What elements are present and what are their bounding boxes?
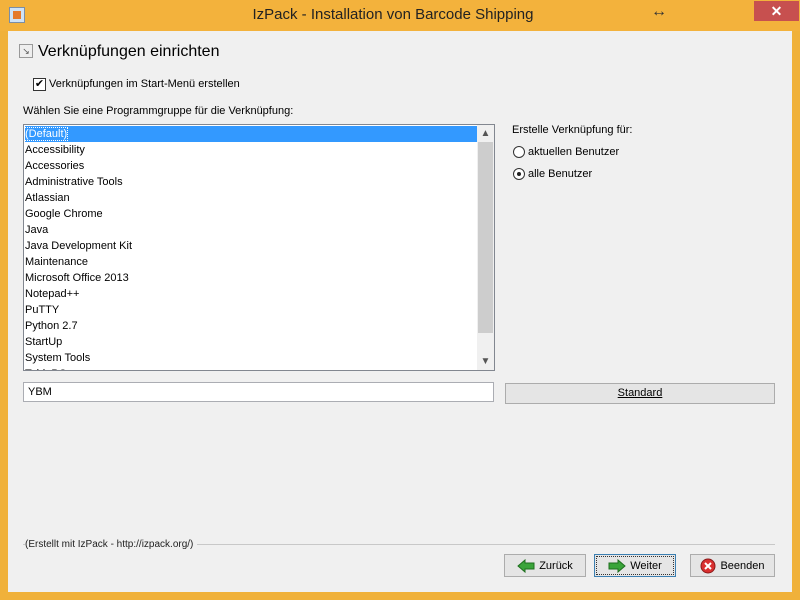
list-item-label: TablePC <box>25 368 67 370</box>
close-button[interactable]: ✕ <box>754 1 799 21</box>
list-item[interactable]: (Default) <box>24 126 478 142</box>
list-item-label: (Default) <box>24 127 69 141</box>
radio-all-users-label: alle Benutzer <box>528 168 593 180</box>
program-group-list[interactable]: TablePC System Tools StartUp Python 2.7 PuTT… <box>23 124 495 371</box>
list-item-label: Google Chrome <box>25 208 103 220</box>
resize-cursor-icon: ↔ <box>651 3 667 20</box>
shortcut-panel-icon: ↘ <box>19 44 33 58</box>
panel-title: Verknüpfungen einrichten <box>38 43 220 60</box>
start-menu-checkbox[interactable]: ✔ <box>33 77 46 91</box>
list-item[interactable]: Notepad++ <box>25 286 478 302</box>
radio-all-users-row[interactable]: alle Benutzer <box>513 166 592 182</box>
list-item-label: Microsoft Office 2013 <box>25 272 129 284</box>
back-button[interactable]: Zurück <box>504 554 586 577</box>
list-item-label: Java Development Kit <box>25 240 132 252</box>
list-item[interactable]: Accessibility <box>25 142 478 158</box>
installer-window: IzPack - Installation von Barcode Shippi… <box>0 0 800 600</box>
list-item[interactable]: Maintenance <box>25 254 478 270</box>
start-menu-checkbox-row[interactable]: ✔ Verknüpfungen im Start-Menü erstellen <box>33 76 240 92</box>
list-item-label: Python 2.7 <box>25 320 78 332</box>
list-scrollbar[interactable]: ▲ ▼ <box>477 125 494 370</box>
list-item-label: Administrative Tools <box>25 176 123 188</box>
next-arrow-icon <box>608 558 626 573</box>
list-item-label: Maintenance <box>25 256 88 268</box>
list-item-label: Atlassian <box>25 192 70 204</box>
program-group-name-input[interactable] <box>23 382 494 402</box>
list-item[interactable]: Java <box>25 222 478 238</box>
radio-current-user-label: aktuellen Benutzer <box>528 146 620 158</box>
scroll-down-icon[interactable]: ▼ <box>477 353 494 370</box>
list-item-label: StartUp <box>25 336 63 348</box>
list-item[interactable]: PuTTY <box>25 302 478 318</box>
radio-current-user[interactable] <box>513 146 525 158</box>
next-button[interactable]: Weiter <box>594 554 676 577</box>
window-title: IzPack - Installation von Barcode Shippi… <box>252 6 534 23</box>
list-item-label: PuTTY <box>25 304 60 316</box>
list-item-label: Accessories <box>25 160 85 172</box>
start-menu-checkbox-label: Verknüpfungen im Start-Menü erstellen <box>49 78 240 90</box>
list-item[interactable]: Google Chrome <box>25 206 478 222</box>
list-item-label: Java <box>25 224 49 236</box>
list-item[interactable]: Java Development Kit <box>25 238 478 254</box>
list-item-label: Accessibility <box>25 144 85 156</box>
radio-current-user-row[interactable]: aktuellen Benutzer <box>513 144 619 160</box>
list-item[interactable]: TablePC <box>25 366 478 370</box>
list-item[interactable]: StartUp <box>25 334 478 350</box>
list-item[interactable]: Administrative Tools <box>25 174 478 190</box>
back-arrow-icon <box>517 558 535 573</box>
installer-panel: ↘ Verknüpfungen einrichten ✔ Verknüpfung… <box>8 31 792 592</box>
list-item[interactable]: Atlassian <box>25 190 478 206</box>
back-button-label: Zurück <box>539 559 573 572</box>
list-item[interactable]: Accessories <box>25 158 478 174</box>
standard-button-label: Standard <box>617 387 663 399</box>
list-item-label: System Tools <box>25 352 91 364</box>
standard-button[interactable]: Standard <box>505 383 775 404</box>
radio-all-users[interactable] <box>513 168 525 180</box>
list-item[interactable]: System Tools <box>25 350 478 366</box>
quit-button[interactable]: Beenden <box>690 554 775 577</box>
scroll-up-icon[interactable]: ▲ <box>477 125 494 142</box>
scroll-thumb[interactable] <box>478 142 493 333</box>
quit-button-label: Beenden <box>720 559 765 572</box>
create-for-label: Erstelle Verknüpfung für: <box>512 124 633 136</box>
next-button-label: Weiter <box>630 559 662 572</box>
list-item[interactable]: Microsoft Office 2013 <box>25 270 478 286</box>
list-item[interactable]: Python 2.7 <box>25 318 478 334</box>
title-bar[interactable]: IzPack - Installation von Barcode Shippi… <box>0 0 800 31</box>
quit-icon <box>700 558 716 573</box>
made-with-izpack-text: (Erstellt mit IzPack - http://izpack.org… <box>25 539 198 550</box>
list-item-label: Notepad++ <box>25 288 80 300</box>
program-group-label: Wählen Sie eine Programmgruppe für die V… <box>23 105 294 117</box>
